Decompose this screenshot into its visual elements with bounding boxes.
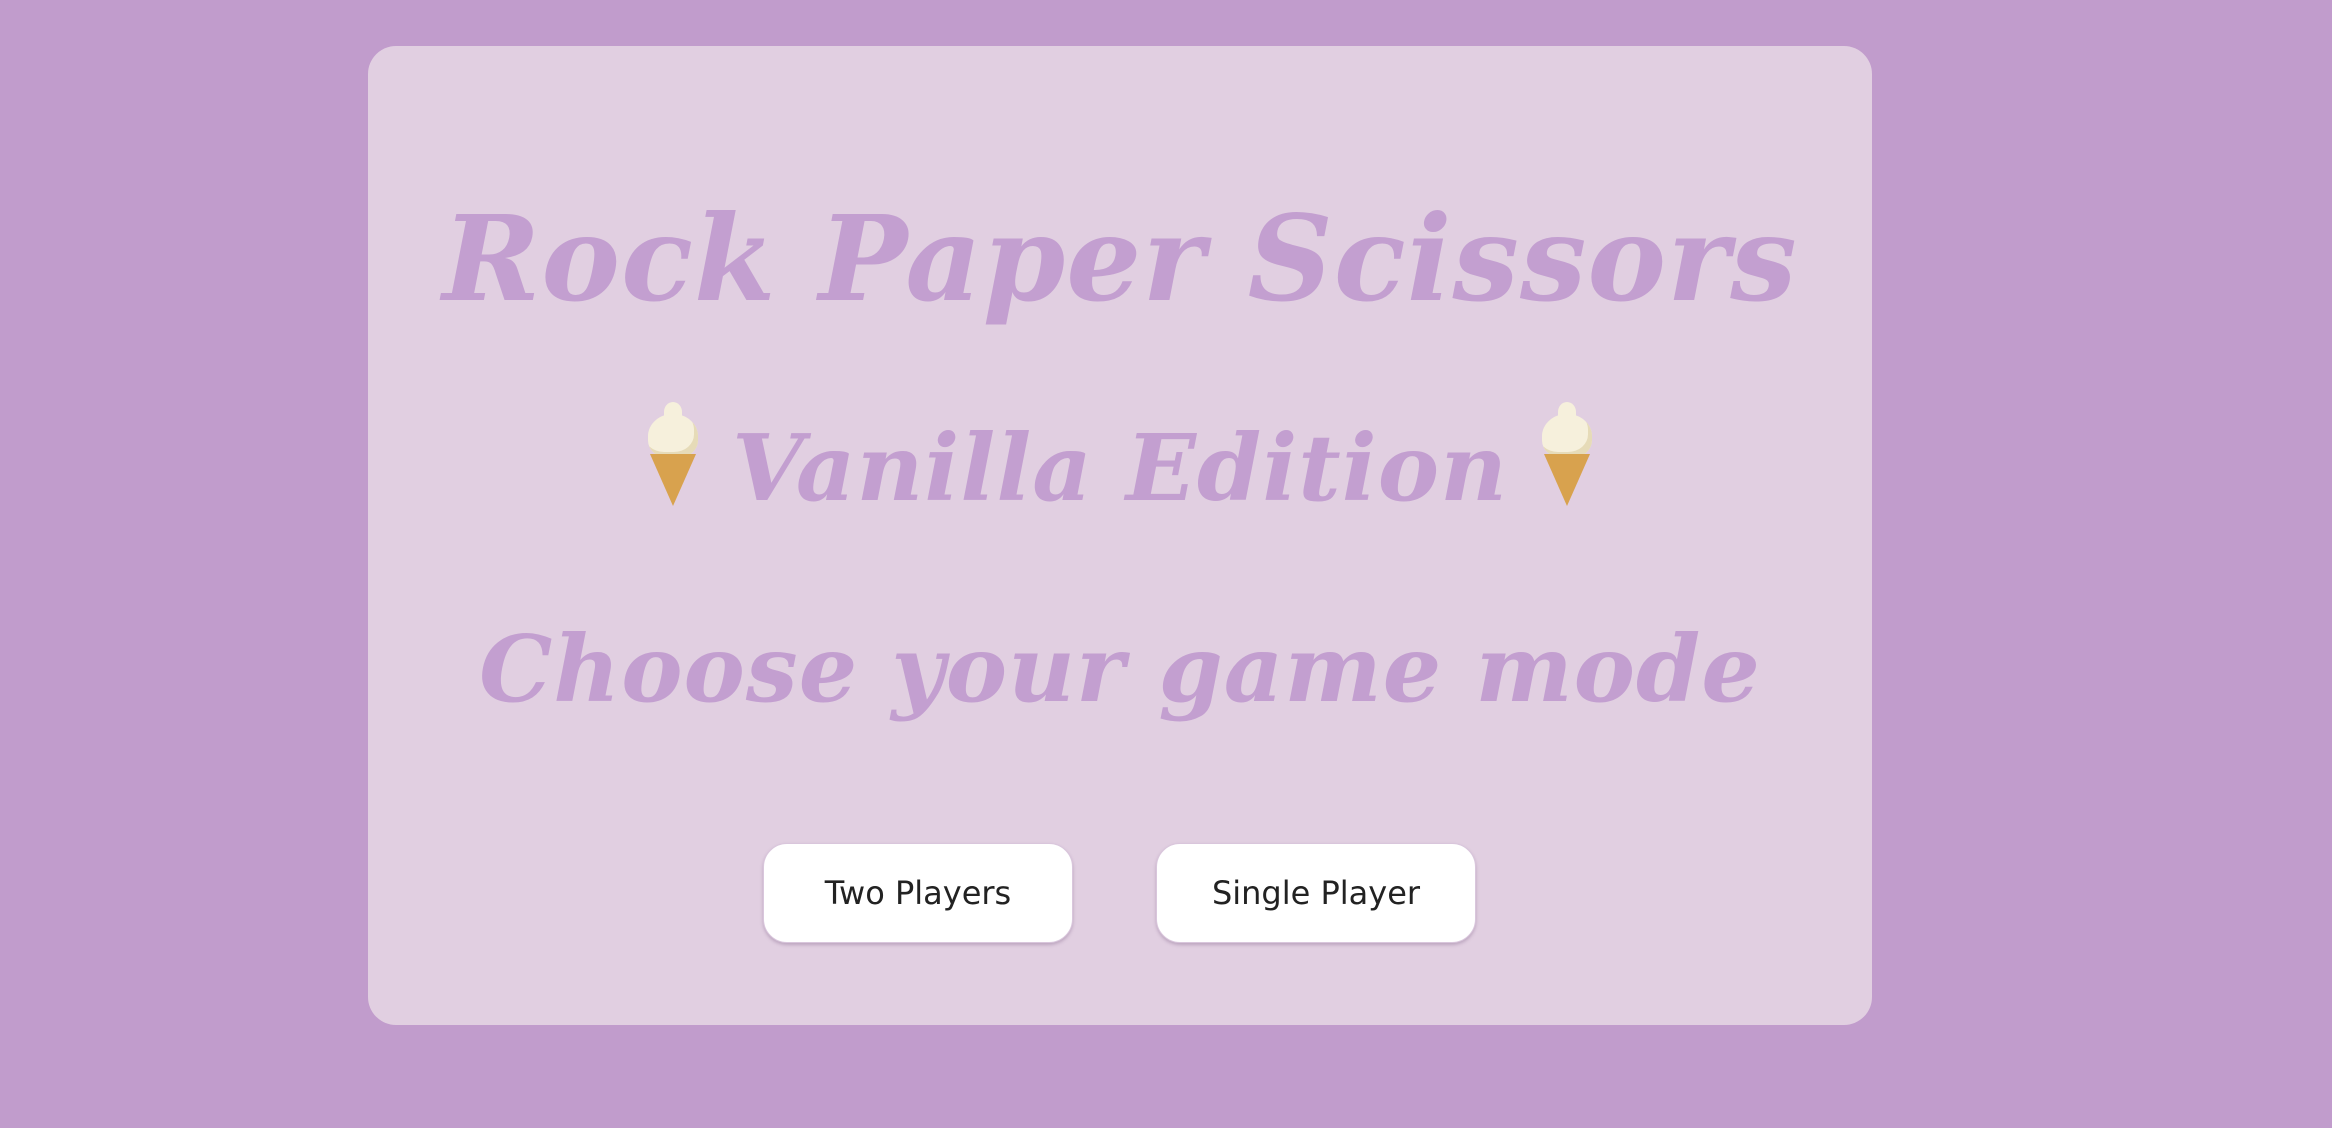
game-card: Rock Paper Scissors Vanilla Edition Choo… [368,46,1872,1025]
page-title: Rock Paper Scissors [442,189,1798,328]
single-player-button[interactable]: Single Player [1156,843,1476,943]
edition-heading: Vanilla Edition [368,402,1872,528]
soft-ice-cream-icon [644,402,702,506]
mode-buttons: Two Players Single Player [368,843,1872,943]
soft-ice-cream-icon [1538,402,1596,506]
edition-label: Vanilla Edition [731,414,1509,522]
two-players-button[interactable]: Two Players [763,843,1073,943]
mode-prompt: Choose your game mode [479,615,1761,723]
